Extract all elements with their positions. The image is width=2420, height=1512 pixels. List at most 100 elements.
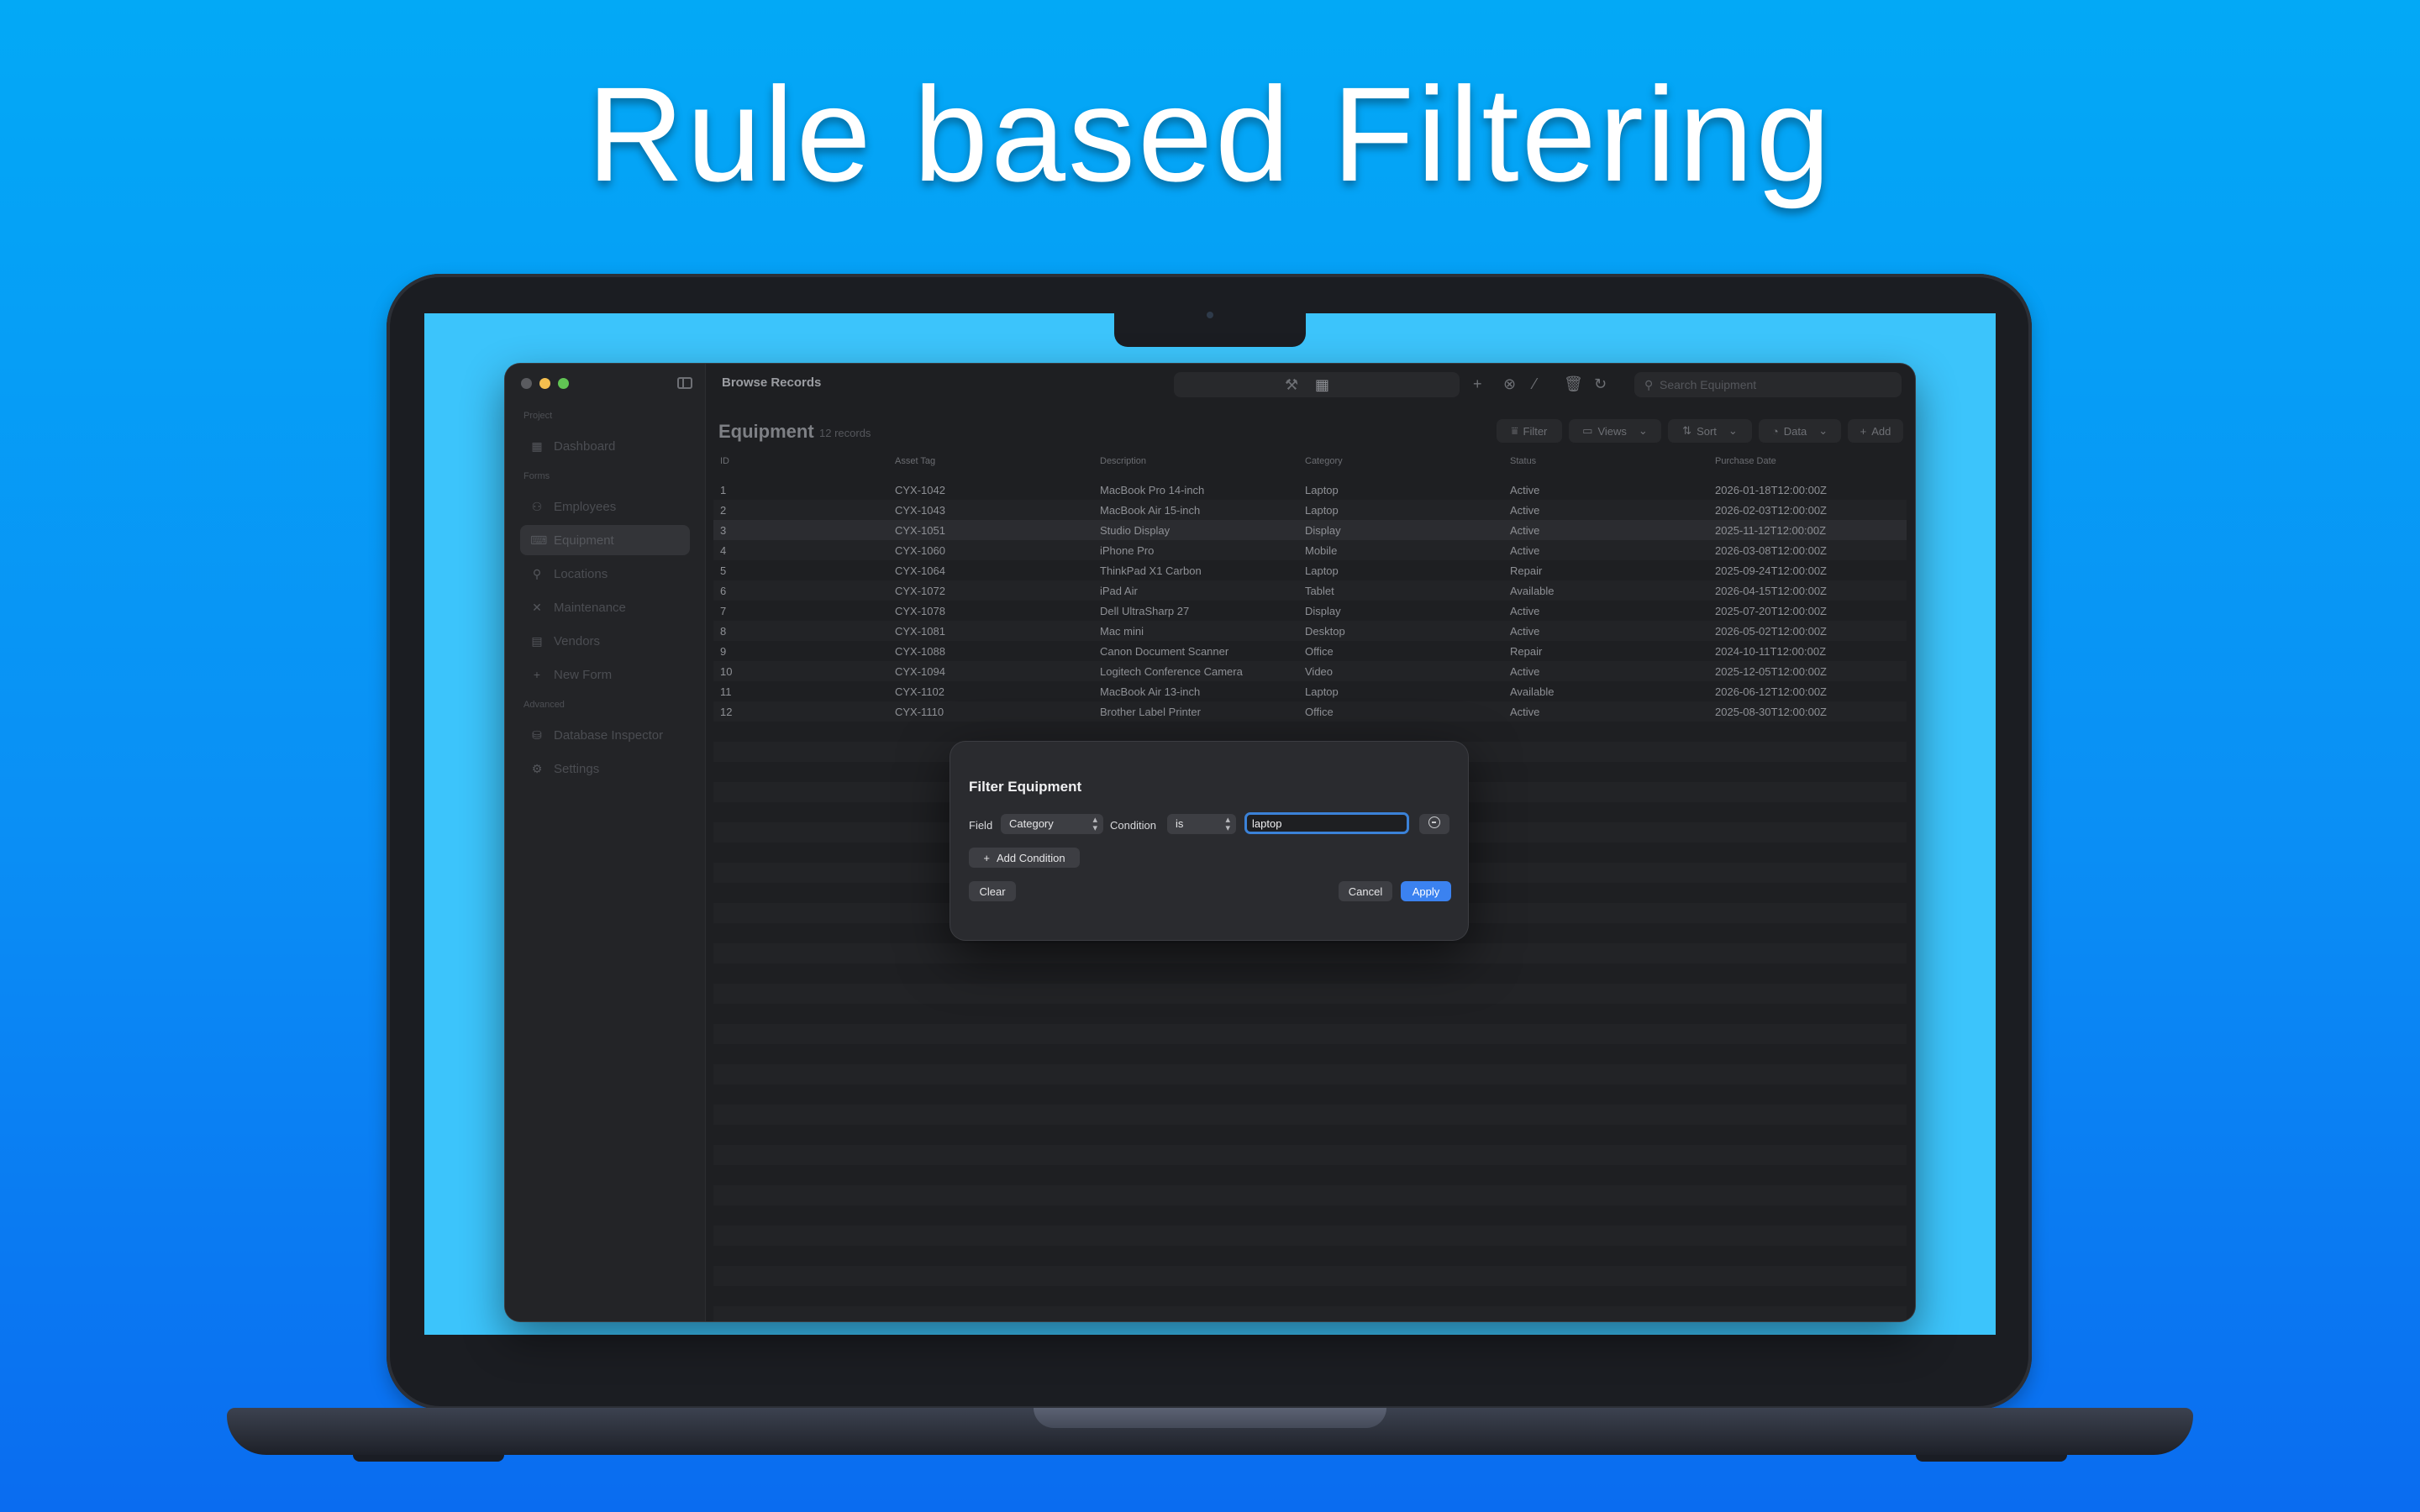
table-row[interactable]: 7 CYX-1078 Dell UltraSharp 27 Display Active… bbox=[713, 601, 1907, 621]
data-button[interactable]: ◔ Data ⌄ bbox=[1759, 419, 1841, 443]
empty-row bbox=[713, 1226, 1907, 1246]
headline: Rule based Filtering bbox=[587, 59, 1833, 209]
table-cell: Active bbox=[1510, 625, 1540, 638]
empty-row bbox=[713, 963, 1907, 984]
views-icon: ▭ bbox=[1582, 424, 1593, 437]
table-cell: Laptop bbox=[1305, 504, 1339, 517]
column-header[interactable]: Status bbox=[1510, 456, 1536, 466]
sidebar-item-equipment[interactable]: ⌨ Equipment bbox=[520, 525, 690, 555]
cancel-icon[interactable]: ⊗ bbox=[1503, 375, 1516, 392]
table-cell: MacBook Pro 14-inch bbox=[1100, 484, 1205, 496]
table-cell: ThinkPad X1 Carbon bbox=[1100, 564, 1202, 577]
sidebar-item-label: Maintenance bbox=[554, 600, 626, 615]
empty-row bbox=[713, 1286, 1907, 1306]
add-button-label: Add bbox=[1871, 424, 1891, 438]
table-cell: CYX-1064 bbox=[895, 564, 945, 577]
add-condition-button[interactable]: + Add Condition bbox=[969, 848, 1080, 868]
field-select[interactable]: Category ▴ ▾ bbox=[1001, 814, 1103, 834]
table-row[interactable]: 3 CYX-1051 Studio Display Display Active 2025… bbox=[713, 520, 1907, 540]
table-cell: Active bbox=[1510, 504, 1540, 517]
sidebar-item-vendors[interactable]: ▤ Vendors bbox=[520, 626, 690, 656]
search-field[interactable]: ⚲ Search Equipment bbox=[1634, 372, 1902, 397]
column-header[interactable]: Asset Tag bbox=[895, 456, 935, 466]
table-cell: CYX-1078 bbox=[895, 605, 945, 617]
table-cell: 12 bbox=[720, 706, 733, 718]
views-button-label: Views bbox=[1597, 424, 1627, 438]
plus-icon: + bbox=[533, 668, 541, 681]
table-cell: CYX-1110 bbox=[895, 706, 944, 718]
table-cell: 7 bbox=[720, 605, 727, 617]
table-icon[interactable]: ▦ bbox=[1315, 376, 1329, 393]
filter-value-input[interactable]: laptop bbox=[1244, 812, 1409, 834]
apply-button[interactable]: Apply bbox=[1401, 881, 1451, 901]
sidebar: Project ▦ Dashboard Forms ⚇ Employees ⌨ … bbox=[505, 364, 706, 1321]
table-row[interactable]: 5 CYX-1064 ThinkPad X1 Carbon Laptop Repair 2… bbox=[713, 560, 1907, 580]
filter-button-label: Filter bbox=[1523, 424, 1548, 438]
minimize-window-button[interactable] bbox=[539, 378, 550, 389]
sidebar-item-database-inspector[interactable]: ⛁ Database Inspector bbox=[520, 720, 690, 750]
table-row[interactable]: 2 CYX-1043 MacBook Air 15-inch Laptop Active… bbox=[713, 500, 1907, 520]
add-button[interactable]: + Add bbox=[1848, 419, 1903, 443]
condition-select[interactable]: is ▴ ▾ bbox=[1167, 814, 1236, 834]
zoom-window-button[interactable] bbox=[558, 378, 569, 389]
filter-value-text: laptop bbox=[1252, 817, 1282, 830]
sidebar-item-settings[interactable]: ⚙ Settings bbox=[520, 753, 690, 784]
table-cell: 2026-01-18T12:00:00Z bbox=[1715, 484, 1827, 496]
people-icon: ⚇ bbox=[531, 500, 543, 513]
chevron-down-icon: ⌄ bbox=[1638, 424, 1648, 437]
table-cell: Available bbox=[1510, 685, 1555, 698]
column-header[interactable]: Purchase Date bbox=[1715, 456, 1776, 466]
sidebar-item-employees[interactable]: ⚇ Employees bbox=[520, 491, 690, 522]
views-button[interactable]: ▭ Views ⌄ bbox=[1569, 419, 1661, 443]
table-cell: iPad Air bbox=[1100, 585, 1138, 597]
refresh-icon[interactable]: ↻ bbox=[1594, 375, 1607, 392]
sidebar-item-new-form[interactable]: + New Form bbox=[520, 659, 690, 690]
dialog-title: Filter Equipment bbox=[969, 779, 1082, 795]
table-cell: 1 bbox=[720, 484, 727, 496]
table-row[interactable]: 4 CYX-1060 iPhone Pro Mobile Active 2026-03-0… bbox=[713, 540, 1907, 560]
table-cell: 2 bbox=[720, 504, 727, 517]
sidebar-item-label: Dashboard bbox=[554, 438, 616, 454]
filter-icon: ⩸ bbox=[1511, 424, 1518, 437]
empty-row bbox=[713, 1145, 1907, 1165]
sidebar-item-maintenance[interactable]: ✕ Maintenance bbox=[520, 592, 690, 622]
sidebar-toggle-icon[interactable] bbox=[677, 377, 692, 389]
table-cell: 2025-12-05T12:00:00Z bbox=[1715, 665, 1827, 678]
empty-row bbox=[713, 1246, 1907, 1266]
table-cell: Laptop bbox=[1305, 685, 1339, 698]
table-row[interactable]: 12 CYX-1110 Brother Label Printer Office Act… bbox=[713, 701, 1907, 722]
filter-button[interactable]: ⩸ Filter bbox=[1497, 419, 1562, 443]
edit-icon[interactable]: ⁄ bbox=[1534, 375, 1536, 392]
table-cell: 2026-06-12T12:00:00Z bbox=[1715, 685, 1827, 698]
clear-button[interactable]: Clear bbox=[969, 881, 1016, 901]
table-row[interactable]: 11 CYX-1102 MacBook Air 13-inch Laptop Avail… bbox=[713, 681, 1907, 701]
table-cell: CYX-1081 bbox=[895, 625, 945, 638]
cancel-button[interactable]: Cancel bbox=[1339, 881, 1392, 901]
table-cell: Active bbox=[1510, 544, 1540, 557]
sort-button[interactable]: ⇅ Sort ⌄ bbox=[1668, 419, 1752, 443]
camera-notch bbox=[1114, 313, 1306, 347]
keyboard-icon: ⌨ bbox=[530, 533, 548, 547]
add-record-icon[interactable]: + bbox=[1473, 375, 1482, 392]
table-row[interactable]: 8 CYX-1081 Mac mini Desktop Active 2026-05-02… bbox=[713, 621, 1907, 641]
column-header[interactable]: Description bbox=[1100, 456, 1146, 466]
table-cell: Active bbox=[1510, 665, 1540, 678]
close-window-button[interactable] bbox=[521, 378, 532, 389]
remove-condition-button[interactable] bbox=[1419, 814, 1449, 834]
hammer-icon[interactable]: ⚒ bbox=[1285, 376, 1298, 393]
trash-icon[interactable]: 🗑 bbox=[1564, 375, 1583, 392]
table-row[interactable]: 1 CYX-1042 MacBook Pro 14-inch Laptop Active… bbox=[713, 480, 1907, 500]
empty-row bbox=[713, 1165, 1907, 1185]
sidebar-item-locations[interactable]: ⚲ Locations bbox=[520, 559, 690, 589]
sidebar-item-dashboard[interactable]: ▦ Dashboard bbox=[520, 431, 690, 461]
table-row[interactable]: 10 CYX-1094 Logitech Conference Camera Vide… bbox=[713, 661, 1907, 681]
table-cell: Repair bbox=[1510, 645, 1543, 658]
column-header[interactable]: Category bbox=[1305, 456, 1343, 466]
table-row[interactable]: 9 CYX-1088 Canon Document Scanner Office Rep… bbox=[713, 641, 1907, 661]
table-row[interactable]: 6 CYX-1072 iPad Air Tablet Available 2026-04-… bbox=[713, 580, 1907, 601]
sidebar-section-project: Project bbox=[523, 411, 553, 421]
app-window: Project ▦ Dashboard Forms ⚇ Employees ⌨ … bbox=[505, 364, 1915, 1321]
add-condition-label: Add Condition bbox=[996, 851, 1065, 864]
column-header[interactable]: ID bbox=[720, 456, 729, 466]
table-cell: 8 bbox=[720, 625, 727, 638]
